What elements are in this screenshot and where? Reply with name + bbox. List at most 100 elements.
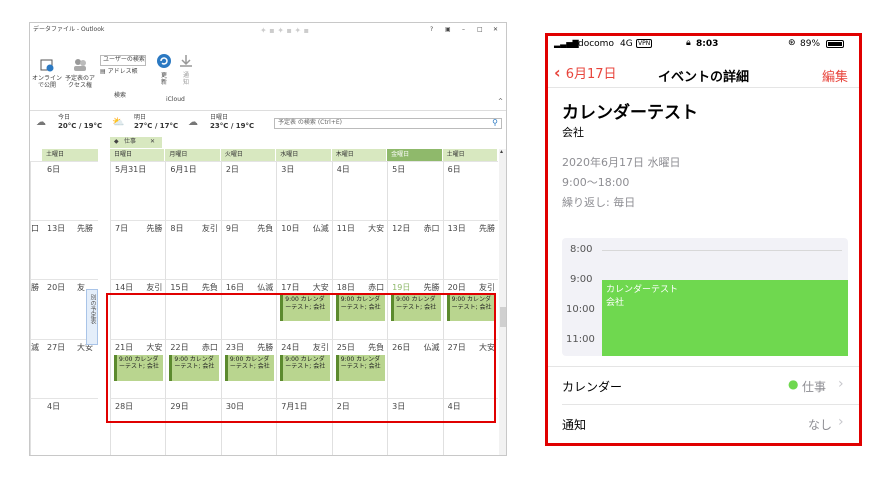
vpn-badge: VPN	[636, 39, 653, 48]
day-cell[interactable]: 6月1日	[165, 161, 221, 221]
day-cell[interactable]: 11日 大安	[331, 220, 388, 280]
calendar-event[interactable]: 9:00 カレンダーテスト; 会社	[391, 295, 441, 322]
left-day-cell[interactable]: 滅 27日 大安	[30, 338, 98, 398]
day-cell[interactable]: 13日 先勝	[442, 220, 498, 280]
hour-line	[602, 250, 842, 251]
rokuyo-label: 仏滅	[312, 224, 329, 234]
calendar-event[interactable]: 9:00 カレンダーテスト; 会社	[335, 295, 386, 322]
weekday-label: 火曜日	[220, 149, 276, 161]
day-cell[interactable]: 12日 赤口	[387, 220, 443, 280]
day-cell[interactable]: 18日 赤口 9:00 カレンダーテスト; 会社	[331, 279, 388, 339]
battery-fill	[828, 42, 842, 46]
divider	[548, 366, 859, 367]
day-cell[interactable]: 23日 先勝 9:00 カレンダーテスト; 会社	[220, 338, 277, 398]
day-cell[interactable]: 25日 先負 9:00 カレンダーテスト; 会社	[331, 338, 388, 398]
day-number: 22日	[170, 342, 189, 352]
maximize-button[interactable]: □	[477, 26, 483, 34]
tab-calendar-work[interactable]: ◆ 仕事 ✕	[110, 137, 162, 148]
day-cell[interactable]: 8日 友引	[165, 220, 221, 280]
day-number: 10日	[281, 224, 300, 234]
day-cell[interactable]: 16日 仏滅	[220, 279, 277, 339]
day-cell[interactable]: 28日	[110, 397, 166, 455]
online-publish-button[interactable]: オンラインで公開	[32, 57, 62, 89]
update-button[interactable]: 更新	[156, 53, 172, 86]
calendar-search-input[interactable]: 予定表 の検索 (Ctrl+E) ⚲	[274, 118, 502, 129]
refresh-icon	[157, 54, 171, 68]
scrollbar[interactable]: ▴	[499, 148, 506, 455]
day-cell[interactable]: 24日 友引 9:00 カレンダーテスト; 会社	[276, 338, 332, 398]
calendar-event[interactable]: 9:00 カレンダーテスト; 会社	[280, 295, 330, 322]
day-cell[interactable]: 14日 友引	[110, 279, 166, 339]
day-cell[interactable]: 26日 仏滅	[387, 338, 443, 398]
back-button[interactable]: ‹ 6月17日	[554, 63, 617, 82]
calendar-row[interactable]: カレンダー ● 仕事 ›	[548, 368, 859, 404]
day-cell[interactable]: 6日	[442, 161, 498, 221]
day-cell[interactable]: 3日	[387, 397, 443, 455]
people-icon	[74, 59, 86, 71]
network: 4G	[620, 39, 633, 49]
day-cell[interactable]: 22日 赤口 9:00 カレンダーテスト; 会社	[165, 338, 221, 398]
day-cell[interactable]: 9日 先負	[220, 220, 277, 280]
day-cell[interactable]: 5日	[387, 161, 443, 221]
left-day-cell[interactable]: 6日	[30, 161, 98, 221]
day-cell[interactable]: 3日	[276, 161, 332, 221]
alert-row[interactable]: 通知 なし ›	[548, 406, 859, 442]
day-cell[interactable]: 7月1日	[276, 397, 332, 455]
close-button[interactable]: ✕	[493, 26, 498, 34]
collapse-ribbon-icon[interactable]: ^	[498, 98, 503, 106]
day-cell[interactable]: 7日 先勝	[110, 220, 166, 280]
user-search-box[interactable]: ユーザーの検索	[100, 55, 146, 66]
chevron-left-icon: ‹	[554, 63, 561, 82]
day-number: 24日	[281, 342, 300, 352]
scrollbar-thumb[interactable]	[500, 307, 506, 327]
calendar-event[interactable]: 9:00 カレンダーテスト; 会社	[169, 354, 219, 381]
day-cell[interactable]: 21日 大安 9:00 カレンダーテスト; 会社	[110, 338, 166, 398]
calendar-event[interactable]: 9:00 カレンダーテスト; 会社	[446, 295, 496, 322]
address-book-button[interactable]: ▤ アドレス帳	[100, 68, 148, 76]
day-cell[interactable]: 30日	[220, 397, 277, 455]
day-number: 7日	[115, 224, 129, 234]
calendar-event[interactable]: 9:00 カレンダーテスト; 会社	[224, 354, 275, 381]
share-calendar-button[interactable]: 予定表のアクセス権	[64, 57, 96, 89]
day-cell[interactable]: 27日 大安	[442, 338, 498, 398]
left-day-cell[interactable]: 口 13日 先勝	[30, 220, 98, 280]
day-number: 20日	[447, 283, 466, 293]
calendar-event[interactable]: 9:00 カレンダーテスト; 会社	[335, 354, 386, 381]
day-cell[interactable]: 10日 仏滅	[276, 220, 332, 280]
day-cell[interactable]: 2日	[331, 397, 388, 455]
timeline-event-title: カレンダーテスト	[606, 285, 679, 295]
notify-button[interactable]: 通知	[178, 53, 194, 86]
day-cell[interactable]: 29日	[165, 397, 221, 455]
close-tab-icon[interactable]: ✕	[150, 138, 155, 146]
edit-button[interactable]: 編集	[822, 66, 848, 85]
day-cell[interactable]: 19日 先勝 9:00 カレンダーテスト; 会社	[387, 279, 443, 339]
day-cell[interactable]: 17日 大安 9:00 カレンダーテスト; 会社	[276, 279, 332, 339]
left-day-cell[interactable]: 4日	[30, 397, 98, 455]
day-number: 7月1日	[281, 401, 308, 411]
search-group-label: 検索	[114, 92, 127, 99]
scroll-up-icon[interactable]: ▴	[500, 148, 503, 156]
help-button[interactable]: ?	[430, 26, 433, 34]
rokuyo-label: 先勝	[146, 224, 163, 234]
day-cell[interactable]: 5月31日	[110, 161, 166, 221]
timeline-event-block[interactable]: カレンダーテスト 会社	[602, 280, 848, 356]
minimize-button[interactable]: –	[462, 26, 465, 34]
day-cell[interactable]: 2日	[220, 161, 277, 221]
calendar-color-dot: ●	[788, 377, 799, 391]
calendar-event[interactable]: 9:00 カレンダーテスト; 会社	[280, 354, 330, 381]
day-number: 4日	[447, 401, 461, 411]
rokuyo-label: 大安	[368, 224, 385, 234]
day-cell[interactable]: 4日	[331, 161, 388, 221]
ribbon-display-button[interactable]: ▣	[445, 26, 451, 34]
side-tab-other-calendar[interactable]: 別の予定表	[86, 289, 98, 345]
calendar-event[interactable]: 9:00 カレンダーテスト; 会社	[114, 354, 164, 381]
day-cell[interactable]: 4日	[442, 397, 498, 455]
day-cell[interactable]: 15日 先負	[165, 279, 221, 339]
rokuyo-label: 友引	[478, 283, 495, 293]
rokuyo-label: 先勝	[257, 342, 274, 352]
calendar-row-label: カレンダー	[562, 380, 623, 394]
nav-title: イベントの詳細	[658, 70, 750, 85]
lock-icon: 🔒︎	[686, 38, 691, 48]
day-cell[interactable]: 20日 友引 9:00 カレンダーテスト; 会社	[442, 279, 498, 339]
weekday-label: 水曜日	[276, 149, 331, 161]
